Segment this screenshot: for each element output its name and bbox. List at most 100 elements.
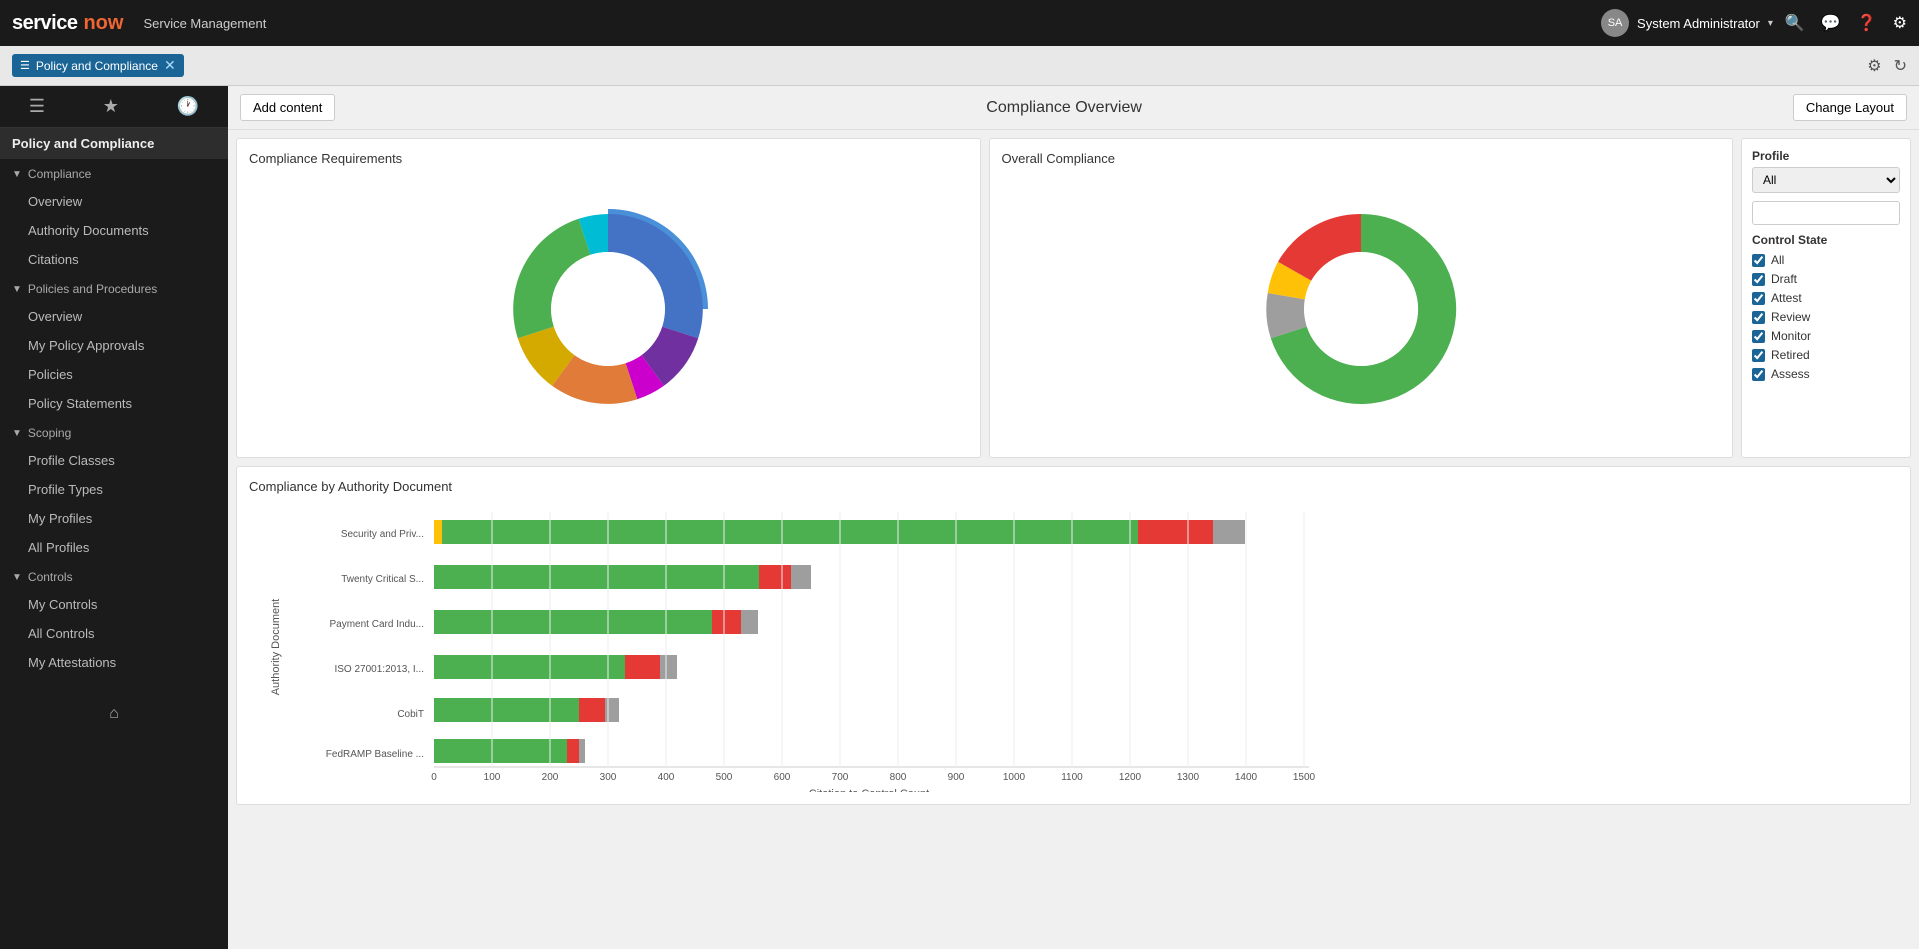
edit-icon[interactable]: ✏	[191, 541, 200, 554]
edit-icon[interactable]: ✏	[191, 310, 200, 323]
page-title: Compliance Overview	[335, 99, 1792, 117]
filter-icon: ☰	[20, 59, 30, 72]
star-icon[interactable]: ☆	[206, 224, 216, 237]
sidebar-item-overview-policies[interactable]: Overview ✏ ☆	[0, 302, 228, 331]
sidebar-item-label: Policies	[28, 367, 191, 382]
checkbox-monitor-input[interactable]	[1752, 330, 1765, 343]
search-icon[interactable]: 🔍	[1785, 13, 1805, 33]
sidebar-item-my-profiles[interactable]: My Profiles ✏ ☆	[0, 504, 228, 533]
edit-icon[interactable]: ✏	[191, 454, 200, 467]
star-icon[interactable]: ☆	[206, 627, 216, 640]
sidebar-home-bottom-icon[interactable]: ⌂	[109, 705, 119, 722]
checkbox-all-input[interactable]	[1752, 254, 1765, 267]
sidebar-item-my-policy-approvals[interactable]: My Policy Approvals ✏ ☆	[0, 331, 228, 360]
sidebar-item-policies[interactable]: Policies ✏ ☆	[0, 360, 228, 389]
star-icon[interactable]: ☆	[206, 454, 216, 467]
x-tick-600: 600	[774, 772, 791, 783]
x-tick-900: 900	[948, 772, 965, 783]
sidebar: ☰ ★ 🕐 Policy and Compliance ▼ Compliance…	[0, 86, 228, 949]
bar-row3-red	[712, 610, 741, 634]
filter-settings-icon[interactable]: ⚙	[1867, 56, 1881, 76]
edit-icon[interactable]: ✏	[191, 483, 200, 496]
star-icon[interactable]: ☆	[206, 397, 216, 410]
sidebar-home-icon[interactable]: ☰	[29, 96, 45, 117]
checkbox-monitor-label: Monitor	[1771, 329, 1811, 343]
help-icon[interactable]: ❓	[1857, 13, 1877, 33]
user-dropdown-icon[interactable]: ▾	[1768, 18, 1773, 29]
bar-chart-title: Compliance by Authority Document	[249, 479, 1898, 494]
sidebar-group-controls[interactable]: ▼ Controls	[0, 562, 228, 590]
edit-icon[interactable]: ✏	[191, 195, 200, 208]
checkbox-assess-input[interactable]	[1752, 368, 1765, 381]
x-tick-1000: 1000	[1003, 772, 1026, 783]
x-tick-200: 200	[542, 772, 559, 783]
edit-icon[interactable]: ✏	[191, 397, 200, 410]
sidebar-item-citations[interactable]: Citations ✏ ☆	[0, 245, 228, 274]
scoping-arrow: ▼	[12, 428, 22, 439]
edit-icon[interactable]: ✏	[191, 253, 200, 266]
sidebar-star-icon[interactable]: ★	[103, 96, 119, 117]
sidebar-item-label: My Attestations	[28, 655, 191, 670]
star-icon[interactable]: ☆	[206, 512, 216, 525]
user-area[interactable]: SA System Administrator ▾	[1601, 9, 1773, 37]
checkbox-all-label: All	[1771, 253, 1784, 267]
sidebar-item-label: Overview	[28, 309, 191, 324]
star-icon[interactable]: ☆	[206, 483, 216, 496]
checkbox-review-input[interactable]	[1752, 311, 1765, 324]
star-icon[interactable]: ☆	[206, 253, 216, 266]
sidebar-group-scoping[interactable]: ▼ Scoping	[0, 418, 228, 446]
star-icon[interactable]: ☆	[206, 339, 216, 352]
filter-close-icon[interactable]: ✕	[164, 57, 176, 74]
star-icon[interactable]: ☆	[206, 541, 216, 554]
star-icon[interactable]: ☆	[206, 598, 216, 611]
checkbox-retired-input[interactable]	[1752, 349, 1765, 362]
sidebar-item-all-profiles[interactable]: All Profiles ✏ ☆	[0, 533, 228, 562]
star-icon[interactable]: ☆	[206, 368, 216, 381]
profile-select[interactable]: All Option 1	[1752, 167, 1900, 193]
edit-icon[interactable]: ✏	[191, 512, 200, 525]
chat-icon[interactable]: 💬	[1821, 13, 1841, 33]
star-icon[interactable]: ☆	[206, 195, 216, 208]
filter-tag[interactable]: ☰ Policy and Compliance ✕	[12, 54, 184, 77]
scoping-group-label: Scoping	[28, 426, 71, 440]
x-tick-400: 400	[658, 772, 675, 783]
bar-row5-gray	[605, 698, 619, 722]
policies-group-label: Policies and Procedures	[28, 282, 157, 296]
checkbox-attest-input[interactable]	[1752, 292, 1765, 305]
add-content-button[interactable]: Add content	[240, 94, 335, 121]
sidebar-item-my-attestations[interactable]: My Attestations ✏ ☆	[0, 648, 228, 677]
sidebar-item-overview-compliance[interactable]: Overview ✏ ☆	[0, 187, 228, 216]
star-icon[interactable]: ☆	[206, 656, 216, 669]
edit-icon[interactable]: ✏	[191, 627, 200, 640]
bar-row1-red	[1138, 520, 1213, 544]
sidebar-group-compliance[interactable]: ▼ Compliance	[0, 159, 228, 187]
edit-icon[interactable]: ✏	[191, 656, 200, 669]
filter-refresh-icon[interactable]: ↻	[1894, 56, 1907, 76]
sidebar-item-profile-classes[interactable]: Profile Classes ✏ ☆	[0, 446, 228, 475]
edit-icon[interactable]: ✏	[191, 224, 200, 237]
controls-arrow: ▼	[12, 572, 22, 583]
sidebar-group-policies[interactable]: ▼ Policies and Procedures	[0, 274, 228, 302]
sidebar-item-profile-types[interactable]: Profile Types ✏ ☆	[0, 475, 228, 504]
filter-search-input[interactable]	[1752, 201, 1900, 225]
settings-icon[interactable]: ⚙	[1893, 13, 1907, 33]
sidebar-clock-icon[interactable]: 🕐	[177, 96, 199, 117]
logo-now-text: now	[83, 12, 123, 35]
sidebar-item-authority-documents[interactable]: Authority Documents ✏ ☆	[0, 216, 228, 245]
x-tick-1200: 1200	[1119, 772, 1142, 783]
sidebar-item-label: Profile Types	[28, 482, 191, 497]
edit-icon[interactable]: ✏	[191, 598, 200, 611]
sidebar-item-all-controls[interactable]: All Controls ✏ ☆	[0, 619, 228, 648]
filter-side-panel: Profile All Option 1 Control State All D…	[1741, 138, 1911, 458]
change-layout-button[interactable]: Change Layout	[1793, 94, 1907, 121]
bar-row6-green	[434, 739, 567, 763]
checkbox-draft-input[interactable]	[1752, 273, 1765, 286]
sidebar-item-policy-statements[interactable]: Policy Statements ✏ ☆	[0, 389, 228, 418]
dashboard: Compliance Requirements	[228, 130, 1919, 949]
overall-compliance-panel: Overall Compliance	[989, 138, 1734, 458]
edit-icon[interactable]: ✏	[191, 339, 200, 352]
sidebar-item-my-controls[interactable]: My Controls ✏ ☆	[0, 590, 228, 619]
star-icon[interactable]: ☆	[206, 310, 216, 323]
edit-icon[interactable]: ✏	[191, 368, 200, 381]
bar-row3-gray	[741, 610, 758, 634]
